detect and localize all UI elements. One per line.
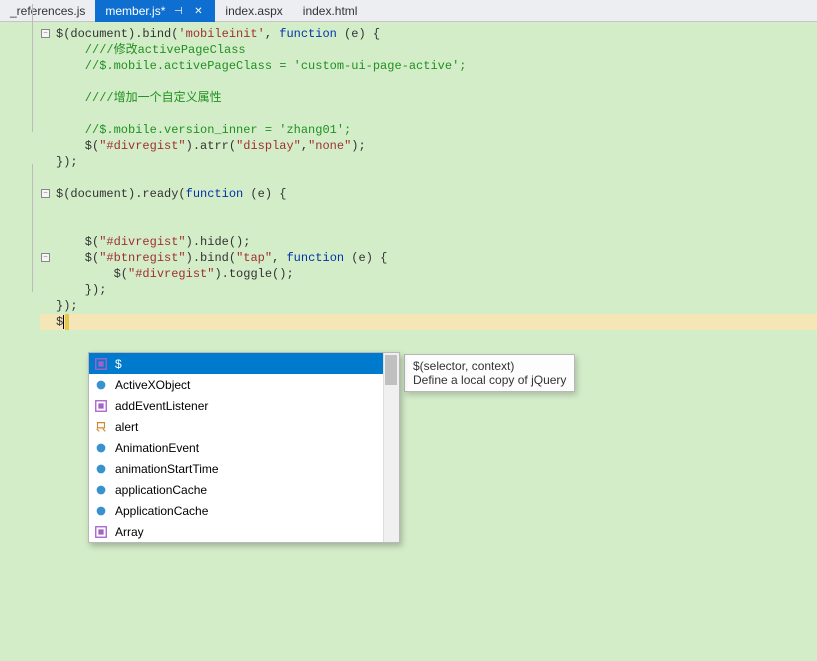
- scrollbar-thumb[interactable]: [385, 355, 397, 385]
- completion-label: addEventListener: [115, 399, 208, 413]
- class-icon: [93, 503, 109, 519]
- code-text: $: [56, 315, 63, 329]
- completion-label: AnimationEvent: [115, 441, 199, 455]
- code-text: [54, 218, 63, 234]
- class-icon: [93, 482, 109, 498]
- code-text: //$.mobile.activePageClass = 'custom-ui-…: [54, 58, 466, 74]
- completion-label: $: [115, 357, 122, 371]
- code-text: "display": [236, 139, 301, 153]
- completion-label: alert: [115, 420, 138, 434]
- code-text: });: [54, 298, 78, 314]
- code-text: );: [351, 139, 365, 153]
- code-text: "#divregist": [99, 235, 185, 249]
- code-text: ).hide();: [186, 235, 251, 249]
- snippet-icon: [93, 419, 109, 435]
- code-text: "#btnregist": [99, 251, 185, 265]
- method-icon: [93, 356, 109, 372]
- code-text: "#divregist": [128, 267, 214, 281]
- pin-icon[interactable]: ⊣: [171, 4, 185, 18]
- completion-label: ActiveXObject: [115, 378, 190, 392]
- completion-item[interactable]: ActiveXObject: [89, 374, 383, 395]
- fold-guide: [32, 164, 33, 292]
- tab-label: _references.js: [10, 4, 85, 18]
- fold-toggle[interactable]: −: [41, 189, 50, 198]
- code-text: $(: [56, 235, 99, 249]
- code-text: [54, 202, 63, 218]
- code-text: function: [279, 27, 337, 41]
- intellisense-popup: $ ActiveXObject addEventListener alert: [88, 352, 575, 543]
- editor-tabbar: _references.js member.js* ⊣ ✕ index.aspx…: [0, 0, 817, 22]
- tab-label: member.js*: [105, 4, 165, 18]
- change-marker: [65, 314, 69, 330]
- completion-list[interactable]: $ ActiveXObject addEventListener alert: [88, 352, 400, 543]
- code-text: ////增加一个自定义属性: [54, 90, 222, 106]
- code-editor[interactable]: −$(document).bind('mobileinit', function…: [0, 22, 817, 661]
- completion-item[interactable]: addEventListener: [89, 395, 383, 416]
- code-text: });: [54, 154, 78, 170]
- method-icon: [93, 398, 109, 414]
- tab-index-html[interactable]: index.html: [293, 0, 368, 22]
- editor-margin: [0, 22, 40, 661]
- completion-item[interactable]: alert: [89, 416, 383, 437]
- completion-label: ApplicationCache: [115, 504, 208, 518]
- tab-references-js[interactable]: _references.js: [0, 0, 95, 22]
- code-text: ).atrr(: [186, 139, 236, 153]
- code-text: ,: [272, 251, 286, 265]
- code-text: //$.mobile.version_inner = 'zhang01';: [54, 122, 351, 138]
- class-icon: [93, 440, 109, 456]
- close-icon[interactable]: ✕: [191, 4, 205, 18]
- code-text: (e) {: [337, 27, 380, 41]
- completion-item[interactable]: animationStartTime: [89, 458, 383, 479]
- code-text: });: [54, 282, 106, 298]
- code-text: "none": [308, 139, 351, 153]
- tooltip-description: Define a local copy of jQuery: [413, 373, 566, 387]
- code-text: $(document).ready(: [56, 187, 186, 201]
- code-text: ).bind(: [186, 251, 236, 265]
- tooltip-signature: $(selector, context): [413, 359, 566, 373]
- completion-label: Array: [115, 525, 144, 539]
- code-text: $(: [56, 251, 99, 265]
- class-icon: [93, 461, 109, 477]
- method-icon: [93, 524, 109, 540]
- code-text: ,: [301, 139, 308, 153]
- code-text: ).toggle();: [214, 267, 293, 281]
- code-text: "tap": [236, 251, 272, 265]
- code-text: (e) {: [344, 251, 387, 265]
- completion-item[interactable]: ApplicationCache: [89, 500, 383, 521]
- completion-label: applicationCache: [115, 483, 207, 497]
- code-text: [54, 106, 63, 122]
- completion-item[interactable]: Array: [89, 521, 383, 542]
- tab-index-aspx[interactable]: index.aspx: [215, 0, 292, 22]
- code-area[interactable]: −$(document).bind('mobileinit', function…: [40, 22, 817, 661]
- code-text: 'mobileinit': [178, 27, 264, 41]
- code-text: ////修改activePageClass: [54, 42, 246, 58]
- fold-toggle[interactable]: −: [41, 29, 50, 38]
- tab-label: index.aspx: [225, 4, 282, 18]
- code-text: (e) {: [243, 187, 286, 201]
- code-text: [54, 74, 63, 90]
- code-text: function: [186, 187, 244, 201]
- completion-label: animationStartTime: [115, 462, 219, 476]
- completion-item[interactable]: AnimationEvent: [89, 437, 383, 458]
- scrollbar[interactable]: [383, 353, 399, 542]
- fold-toggle[interactable]: −: [41, 253, 50, 262]
- signature-tooltip: $(selector, context) Define a local copy…: [404, 354, 575, 392]
- tab-label: index.html: [303, 4, 358, 18]
- code-text: [54, 170, 63, 186]
- completion-item[interactable]: $: [89, 353, 383, 374]
- completion-item[interactable]: applicationCache: [89, 479, 383, 500]
- code-text: $(: [56, 139, 99, 153]
- code-text: $(document).bind(: [56, 27, 178, 41]
- class-icon: [93, 377, 109, 393]
- fold-guide: [32, 4, 33, 132]
- code-text: $(: [56, 267, 128, 281]
- code-text: function: [286, 251, 344, 265]
- code-text: ,: [265, 27, 279, 41]
- code-text: "#divregist": [99, 139, 185, 153]
- tab-member-js[interactable]: member.js* ⊣ ✕: [95, 0, 215, 22]
